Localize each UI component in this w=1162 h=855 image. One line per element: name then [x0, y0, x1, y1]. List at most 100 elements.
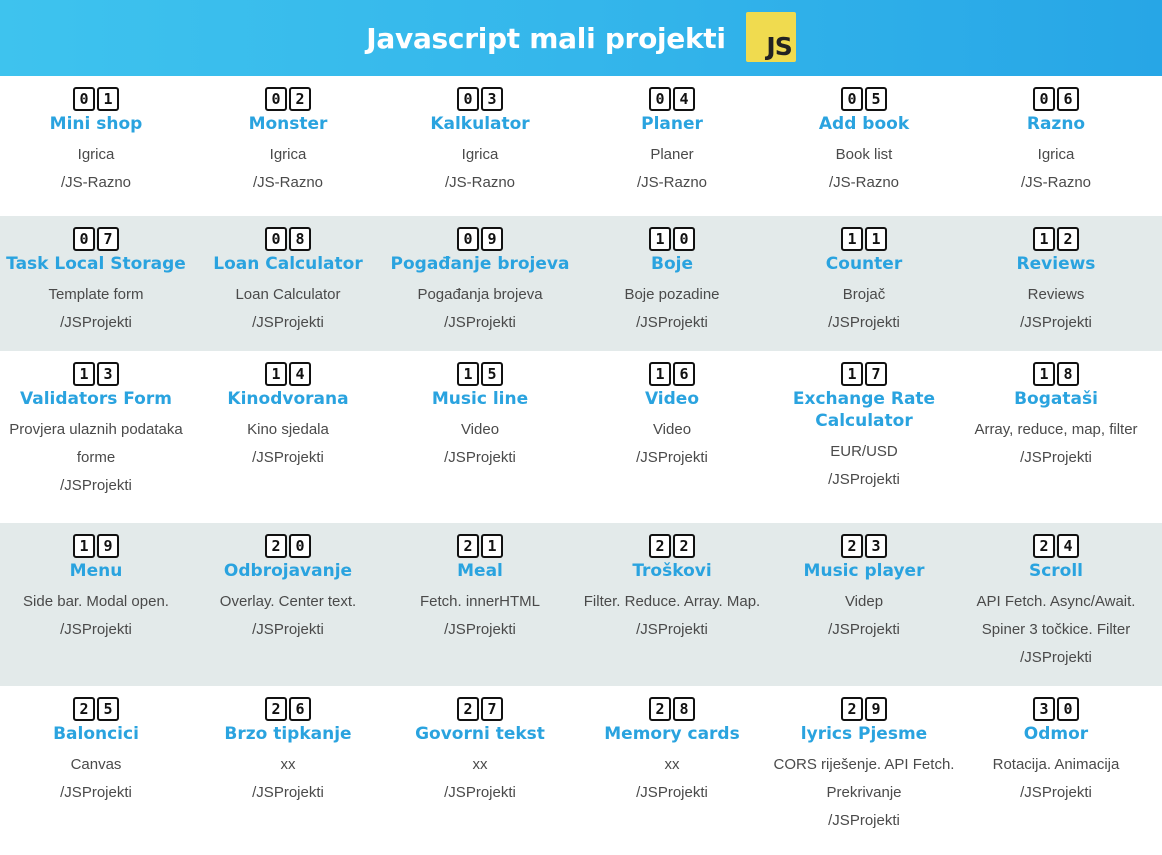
number-digit: 4 [289, 362, 311, 386]
project-description: xx [664, 756, 680, 773]
project-title-link[interactable]: Loan Calculator [192, 253, 384, 275]
project-title-link[interactable]: Baloncici [0, 723, 192, 745]
number-digit: 8 [289, 227, 311, 251]
project-title-link[interactable]: Scroll [960, 560, 1152, 582]
project-title-link[interactable]: Brzo tipkanje [192, 723, 384, 745]
project-card[interactable]: 1 6 Video Video/JSProjekti [576, 351, 768, 523]
project-card[interactable]: 2 0 Odbrojavanje Overlay. Center text. /JSPr… [192, 523, 384, 686]
project-card[interactable]: 1 7 Exchange Rate Calculator EUR/USD/JSProj… [768, 351, 960, 523]
number-digit: 7 [97, 227, 119, 251]
project-card[interactable]: 0 8 Loan Calculator Loan Calculator/JSProje… [192, 216, 384, 351]
number-digit: 1 [649, 362, 671, 386]
project-description: EUR/USD [830, 443, 898, 460]
project-path: /JSProjekti [636, 784, 708, 801]
project-path: /JS-Razno [444, 174, 516, 191]
project-card[interactable]: 2 1 Meal Fetch. innerHTML/JSProjekti [384, 523, 576, 686]
project-number: 24 [960, 534, 1152, 558]
project-path: /JSProjekti [252, 784, 324, 801]
project-path: /JS-Razno [60, 174, 132, 191]
project-card[interactable]: 0 1 Mini shop Igrica/JS-Razno [0, 76, 192, 216]
project-title-link[interactable]: Add book [768, 113, 960, 135]
project-title-link[interactable]: Troškovi [576, 560, 768, 582]
project-card[interactable]: 0 3 Kalkulator Igrica/JS-Razno [384, 76, 576, 216]
project-path: /JSProjekti [60, 477, 132, 494]
project-card[interactable]: 1 3 Validators Form Provjera ulaznih podata… [0, 351, 192, 523]
project-title-link[interactable]: Music line [384, 388, 576, 410]
project-title-link[interactable]: Razno [960, 113, 1152, 135]
project-title-link[interactable]: Planer [576, 113, 768, 135]
project-card[interactable]: 0 2 Monster Igrica/JS-Razno [192, 76, 384, 216]
project-card[interactable]: 1 8 Bogataši Array, reduce, map, filter/JSP… [960, 351, 1152, 523]
project-title-link[interactable]: lyrics Pjesme [768, 723, 960, 745]
project-title-link[interactable]: Reviews [960, 253, 1152, 275]
project-title-link[interactable]: Mini shop [0, 113, 192, 135]
project-card[interactable]: 2 8 Memory cards xx/JSProjekti [576, 686, 768, 855]
number-digit: 7 [481, 697, 503, 721]
number-digit: 1 [97, 87, 119, 111]
project-card[interactable]: 1 4 Kinodvorana Kino sjedala/JSProjekti [192, 351, 384, 523]
project-title-link[interactable]: Video [576, 388, 768, 410]
project-number: 27 [384, 697, 576, 721]
project-card[interactable]: 1 2 Reviews Reviews/JSProjekti [960, 216, 1152, 351]
project-title-link[interactable]: Meal [384, 560, 576, 582]
project-title-link[interactable]: Exchange Rate Calculator [768, 388, 960, 432]
project-title-link[interactable]: Odbrojavanje [192, 560, 384, 582]
project-title-link[interactable]: Validators Form [0, 388, 192, 410]
project-number: 05 [768, 87, 960, 111]
project-path: /JS-Razno [252, 174, 324, 191]
project-card[interactable]: 0 5 Add book Book list/JS-Razno [768, 76, 960, 216]
project-card[interactable]: 2 6 Brzo tipkanje xx/JSProjekti [192, 686, 384, 855]
project-title-link[interactable]: Bogataši [960, 388, 1152, 410]
number-digit: 0 [289, 534, 311, 558]
project-title-link[interactable]: Music player [768, 560, 960, 582]
number-digit: 5 [481, 362, 503, 386]
project-card[interactable]: 2 7 Govorni tekst xx/JSProjekti [384, 686, 576, 855]
number-digit: 1 [1033, 227, 1055, 251]
project-number: 25 [0, 697, 192, 721]
project-title-link[interactable]: Menu [0, 560, 192, 582]
project-title-link[interactable]: Govorni tekst [384, 723, 576, 745]
project-card[interactable]: 3 0 Odmor Rotacija. Animacija/JSProjekti [960, 686, 1152, 855]
number-digit: 4 [673, 87, 695, 111]
project-card[interactable]: 0 4 Planer Planer/JS-Razno [576, 76, 768, 216]
project-path: /JSProjekti [636, 314, 708, 331]
project-card[interactable]: 1 9 Menu Side bar. Modal open. /JSProjekti [0, 523, 192, 686]
project-card[interactable]: 0 9 Pogađanje brojeva Pogađanja brojeva/JSP… [384, 216, 576, 351]
project-path: /JSProjekti [444, 621, 516, 638]
number-digit: 2 [673, 534, 695, 558]
project-title-link[interactable]: Memory cards [576, 723, 768, 745]
project-title-link[interactable]: Counter [768, 253, 960, 275]
project-number: 04 [576, 87, 768, 111]
project-card[interactable]: 2 5 Baloncici Canvas/JSProjekti [0, 686, 192, 855]
project-path: /JSProjekti [1020, 449, 1092, 466]
project-card[interactable]: 2 4 Scroll API Fetch. Async/Await. Spiner 3… [960, 523, 1152, 686]
js-logo: JS [745, 12, 796, 62]
project-title-link[interactable]: Kinodvorana [192, 388, 384, 410]
project-row: 0 7 Task Local Storage Template form/JSProj… [0, 216, 1162, 351]
project-row: 0 1 Mini shop Igrica/JS-Razno 0 2 Monster Igric… [0, 76, 1162, 216]
project-card[interactable]: 1 5 Music line Video/JSProjekti [384, 351, 576, 523]
project-grid: 0 1 Mini shop Igrica/JS-Razno 0 2 Monster Igric… [0, 76, 1162, 855]
number-digit: 1 [73, 362, 95, 386]
project-card[interactable]: 1 0 Boje Boje pozadine/JSProjekti [576, 216, 768, 351]
number-digit: 2 [841, 697, 863, 721]
project-title-link[interactable]: Monster [192, 113, 384, 135]
project-title-link[interactable]: Task Local Storage [0, 253, 192, 275]
project-number: 30 [960, 697, 1152, 721]
project-card[interactable]: 2 9 lyrics Pjesme CORS riješenje. API Fetch… [768, 686, 960, 855]
project-title-link[interactable]: Boje [576, 253, 768, 275]
number-digit: 7 [865, 362, 887, 386]
project-card[interactable]: 2 2 Troškovi Filter. Reduce. Array. Map. /JS… [576, 523, 768, 686]
project-card[interactable]: 1 1 Counter Brojač/JSProjekti [768, 216, 960, 351]
project-number: 13 [0, 362, 192, 386]
project-title-link[interactable]: Pogađanje brojeva [384, 253, 576, 275]
project-path: /JSProjekti [636, 449, 708, 466]
number-digit: 3 [97, 362, 119, 386]
project-card[interactable]: 0 7 Task Local Storage Template form/JSProj… [0, 216, 192, 351]
number-digit: 2 [265, 534, 287, 558]
project-card[interactable]: 0 6 Razno Igrica/JS-Razno [960, 76, 1152, 216]
number-digit: 9 [865, 697, 887, 721]
project-card[interactable]: 2 3 Music player Videp/JSProjekti [768, 523, 960, 686]
project-title-link[interactable]: Kalkulator [384, 113, 576, 135]
project-title-link[interactable]: Odmor [960, 723, 1152, 745]
